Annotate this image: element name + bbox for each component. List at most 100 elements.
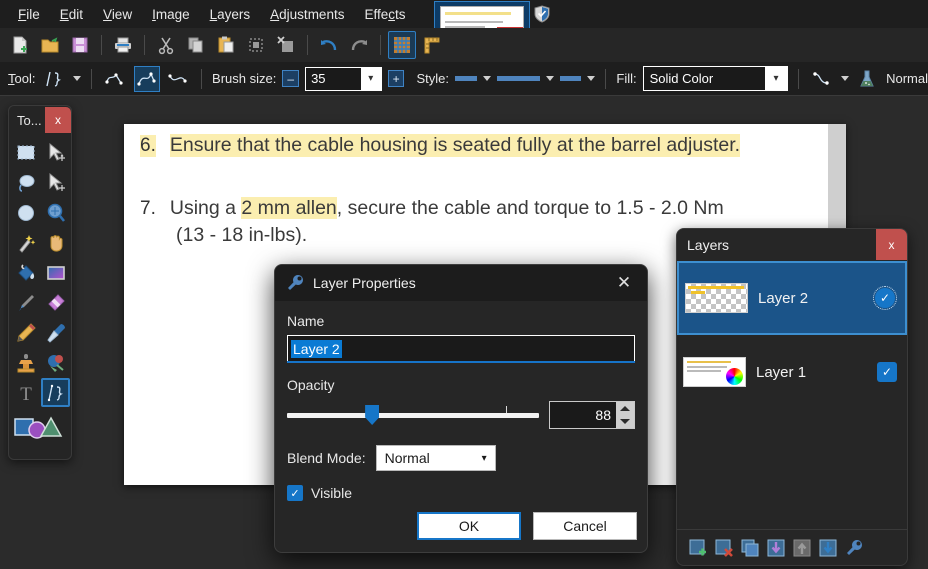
move-layer-up-icon[interactable] — [791, 537, 813, 559]
name-label: Name — [287, 313, 325, 329]
menu-item-edit[interactable]: Edit — [50, 3, 93, 26]
cancel-button[interactable]: Cancel — [533, 512, 637, 540]
tools-palette-bottom-row — [9, 411, 71, 442]
flask-icon[interactable] — [855, 66, 881, 92]
rulers-icon[interactable] — [418, 31, 446, 59]
magic-wand-tool-icon[interactable] — [11, 228, 40, 257]
pan-tool-icon[interactable] — [41, 228, 70, 257]
open-curve-icon[interactable] — [102, 66, 128, 92]
ellipse-select-tool-icon[interactable] — [11, 198, 40, 227]
fill-select[interactable]: Solid Color ▾ — [642, 66, 789, 91]
opacity-spinner-arrows[interactable] — [616, 402, 634, 428]
layer-row[interactable]: Layer 2 ✓ — [677, 261, 907, 335]
layers-panel-title-bar[interactable]: Layers x — [677, 229, 907, 260]
line-width-caret-icon[interactable] — [545, 76, 554, 81]
visible-row[interactable]: ✓ Visible — [287, 485, 635, 501]
dash-style-caret-icon[interactable] — [482, 76, 491, 81]
menu-item-layers[interactable]: Layers — [200, 3, 261, 26]
toolbar-separator — [307, 35, 308, 55]
menu-item-effects[interactable]: Effects — [354, 3, 415, 26]
antialiasing-caret-icon[interactable] — [840, 76, 849, 81]
recolor-tool-icon[interactable] — [41, 348, 70, 377]
shapes-tool-icon[interactable] — [13, 413, 67, 442]
fill-dropdown-icon[interactable]: ▾ — [765, 67, 788, 90]
close-icon[interactable]: x — [876, 229, 907, 260]
open-image-icon[interactable] — [36, 31, 64, 59]
chevron-up-icon[interactable] — [620, 406, 630, 411]
move-layer-down-icon[interactable] — [817, 537, 839, 559]
line-width-swatch[interactable] — [496, 76, 540, 81]
spline-curve-icon[interactable] — [133, 65, 160, 92]
layer-properties-icon[interactable] — [843, 537, 865, 559]
deselect-all-icon[interactable] — [272, 31, 300, 59]
menu-item-image[interactable]: Image — [142, 3, 200, 26]
menu-item-adjustments[interactable]: Adjustments — [260, 3, 354, 26]
opacity-label: Opacity — [287, 377, 335, 393]
layer-thumbnail — [683, 357, 746, 387]
layer-row[interactable]: Layer 1 ✓ — [677, 335, 907, 409]
move-selected-tool-icon[interactable] — [41, 138, 70, 167]
text-tool-icon[interactable]: T — [11, 378, 40, 407]
dash-style-swatch[interactable] — [454, 76, 477, 81]
layer-visibility-checkbox[interactable]: ✓ — [877, 362, 897, 382]
document-line-1-text: Ensure that the cable housing is seated … — [169, 134, 741, 157]
paste-icon[interactable] — [212, 31, 240, 59]
zoom-tool-icon[interactable] — [41, 198, 70, 227]
blending-mode-value[interactable]: Normal — [886, 71, 928, 86]
undo-icon[interactable] — [315, 31, 343, 59]
cut-icon[interactable] — [152, 31, 180, 59]
delete-layer-icon[interactable] — [713, 537, 735, 559]
color-picker-tool-icon[interactable] — [41, 318, 70, 347]
merge-layer-down-icon[interactable] — [765, 537, 787, 559]
gradient-tool-icon[interactable] — [41, 258, 70, 287]
arrow-style-caret-icon[interactable] — [587, 76, 596, 81]
opacity-spinner[interactable]: 88 — [549, 401, 635, 429]
blend-mode-label: Blend Mode: — [287, 450, 366, 466]
tools-palette-title-bar[interactable]: To... x — [9, 106, 71, 134]
tool-dropdown-caret-icon[interactable] — [73, 76, 81, 81]
line-curve-tool-icon[interactable] — [41, 66, 67, 92]
redo-icon[interactable] — [345, 31, 373, 59]
shield-icon — [534, 5, 550, 23]
menu-item-view[interactable]: View — [93, 3, 142, 26]
arrow-style-swatch[interactable] — [559, 76, 582, 81]
duplicate-layer-icon[interactable] — [739, 537, 761, 559]
layer-visibility-checkbox[interactable]: ✓ — [873, 286, 897, 310]
crop-to-selection-icon[interactable] — [242, 31, 270, 59]
close-icon[interactable]: ✕ — [611, 273, 637, 293]
brush-size-dropdown-icon[interactable]: ▾ — [360, 67, 381, 90]
copy-icon[interactable] — [182, 31, 210, 59]
paintbrush-tool-icon[interactable] — [11, 288, 40, 317]
close-icon[interactable]: x — [45, 107, 71, 133]
print-icon[interactable] — [109, 31, 137, 59]
ok-button[interactable]: OK — [417, 512, 521, 540]
dialog-title-bar[interactable]: Layer Properties ✕ — [275, 265, 647, 301]
rectangle-select-tool-icon[interactable] — [11, 138, 40, 167]
brush-size-value: 35 — [306, 67, 361, 90]
layer-name-input[interactable]: Layer 2 — [287, 335, 635, 361]
brush-size-input[interactable]: 35 ▾ — [305, 66, 382, 91]
lasso-select-tool-icon[interactable] — [11, 168, 40, 197]
paint-bucket-tool-icon[interactable] — [11, 258, 40, 287]
opacity-slider[interactable] — [287, 405, 539, 425]
brush-size-decrement-button[interactable]: – — [282, 70, 300, 87]
save-icon[interactable] — [66, 31, 94, 59]
move-selection-tool-icon[interactable] — [41, 168, 70, 197]
menu-item-file[interactable]: File — [8, 3, 50, 26]
visible-checkbox[interactable]: ✓ — [287, 485, 303, 501]
bezier-curve-icon[interactable] — [166, 66, 192, 92]
antialiasing-icon[interactable] — [809, 66, 835, 92]
eraser-tool-icon[interactable] — [41, 288, 70, 317]
line-curve-tool-icon[interactable] — [41, 378, 70, 407]
blend-mode-select[interactable]: Normal ▾ — [375, 445, 496, 471]
new-image-icon[interactable] — [6, 31, 34, 59]
name-field-focus-underline — [287, 361, 635, 363]
add-new-layer-icon[interactable] — [687, 537, 709, 559]
brush-size-increment-button[interactable]: + — [387, 70, 405, 87]
clone-stamp-tool-icon[interactable] — [11, 348, 40, 377]
grid-icon[interactable] — [388, 31, 416, 59]
document-line-1-number: 6. — [140, 135, 156, 157]
opacity-slider-thumb[interactable] — [365, 405, 380, 425]
chevron-down-icon[interactable] — [620, 419, 630, 424]
pencil-tool-icon[interactable] — [11, 318, 40, 347]
